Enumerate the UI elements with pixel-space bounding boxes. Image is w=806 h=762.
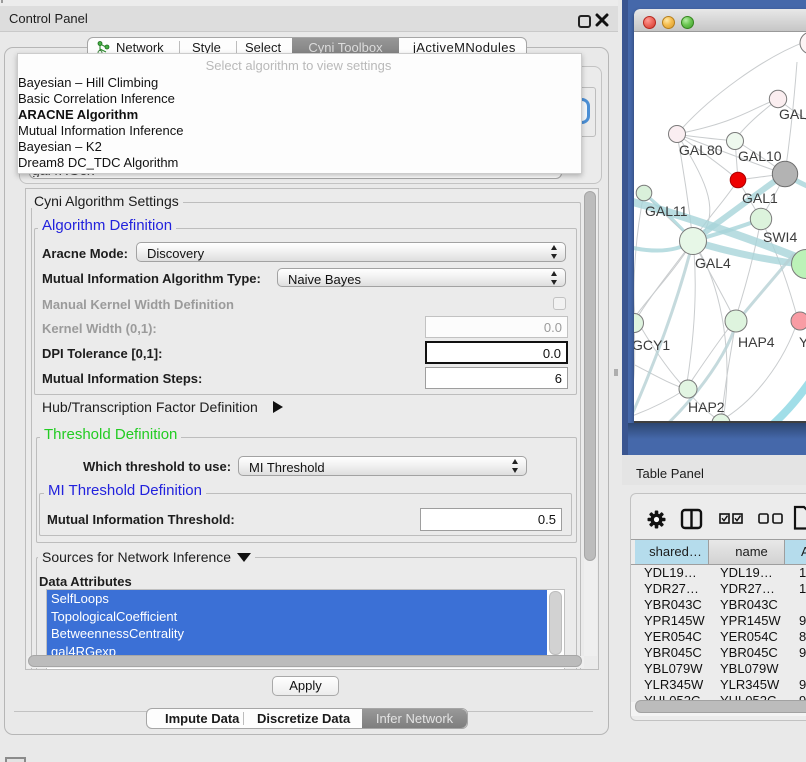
svg-text:GAL11: GAL11 (645, 203, 688, 219)
svg-text:GAL4: GAL4 (695, 255, 731, 271)
svg-text:Y: Y (799, 334, 806, 350)
svg-text:GAL80: GAL80 (679, 142, 723, 158)
svg-text:HAP4: HAP4 (738, 334, 775, 350)
svg-text:GAL10: GAL10 (738, 148, 782, 164)
svg-text:GAL1: GAL1 (742, 190, 778, 206)
svg-text:GAL: GAL (779, 106, 806, 122)
svg-text:GCY1: GCY1 (634, 337, 670, 353)
svg-text:HAP2: HAP2 (688, 399, 725, 415)
svg-text:SWI4: SWI4 (763, 229, 797, 245)
